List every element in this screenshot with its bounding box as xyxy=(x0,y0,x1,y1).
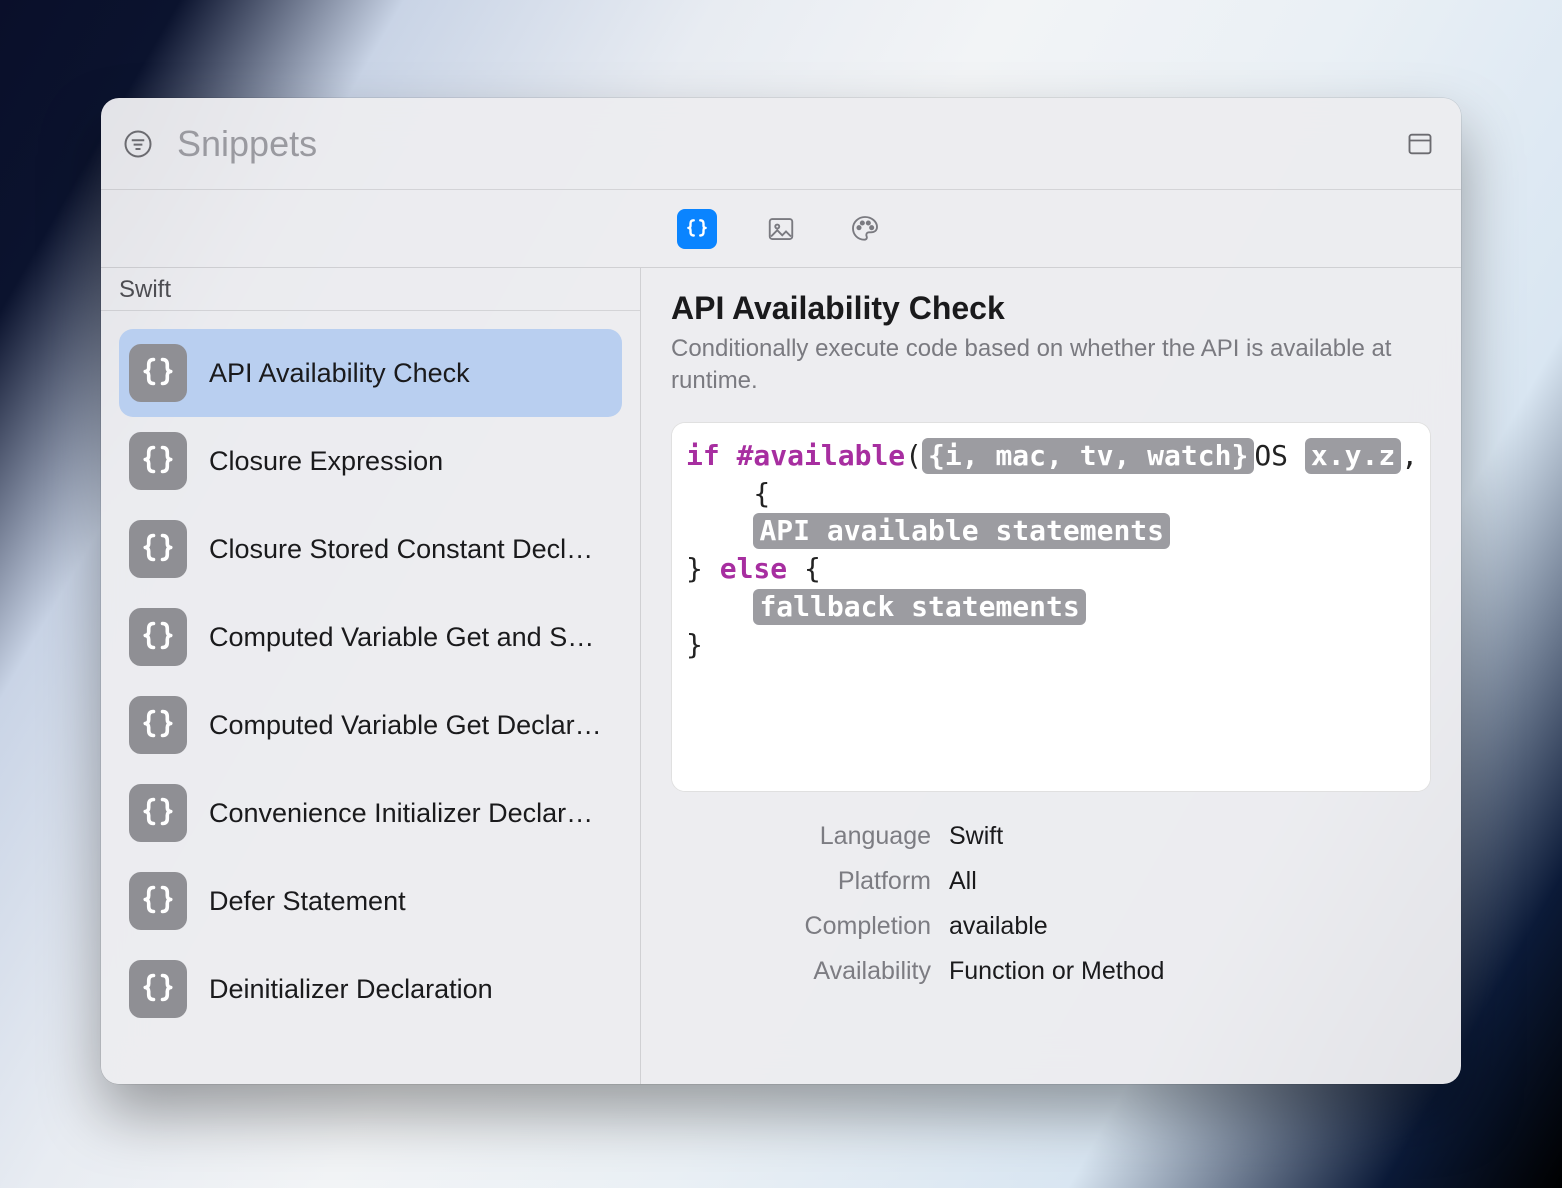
code-text: , *) xyxy=(1401,439,1431,472)
meta-label-completion: Completion xyxy=(671,912,931,941)
list-item-label: Defer Statement xyxy=(209,886,406,917)
braces-icon xyxy=(129,344,187,402)
snippet-list-pane: Swift API Availability Check xyxy=(101,268,641,1084)
braces-icon xyxy=(129,960,187,1018)
token-version[interactable]: x.y.z xyxy=(1305,438,1401,474)
list-item[interactable]: Closure Expression xyxy=(119,417,622,505)
meta-value-completion: available xyxy=(949,912,1431,941)
code-text: OS xyxy=(1254,439,1305,472)
list-item[interactable]: Computed Variable Get and Se… xyxy=(119,593,622,681)
braces-icon xyxy=(129,520,187,578)
list-item-label: Computed Variable Get Declar… xyxy=(209,710,602,741)
meta-label-platform: Platform xyxy=(671,867,931,896)
list-item[interactable]: Computed Variable Get Declar… xyxy=(119,681,622,769)
section-header: Swift xyxy=(101,268,640,311)
meta-value-availability: Function or Method xyxy=(949,957,1431,986)
keyword-available: #available xyxy=(737,439,906,472)
token-platforms[interactable]: {i, mac, tv, watch} xyxy=(922,438,1254,474)
code-text: { xyxy=(737,477,771,510)
list-item[interactable]: API Availability Check xyxy=(119,329,622,417)
library-panel: Swift API Availability Check xyxy=(101,98,1461,1084)
list-item[interactable]: Convenience Initializer Declara… xyxy=(119,769,622,857)
keyword-else: else xyxy=(720,552,787,585)
code-text: { xyxy=(787,552,821,585)
braces-icon xyxy=(129,872,187,930)
code-text: } xyxy=(686,628,703,661)
tab-media-library[interactable] xyxy=(761,209,801,249)
token-api-statements[interactable]: API available statements xyxy=(753,513,1170,549)
detach-window-icon[interactable] xyxy=(1403,127,1437,161)
search-input[interactable] xyxy=(173,117,1385,171)
library-type-tabs xyxy=(101,190,1461,268)
braces-icon xyxy=(129,696,187,754)
detail-pane: API Availability Check Conditionally exe… xyxy=(641,268,1461,1084)
list-item-label: Closure Expression xyxy=(209,446,443,477)
keyword-if: if xyxy=(686,439,720,472)
detail-metadata: Language Swift Platform All Completion a… xyxy=(671,822,1431,986)
filter-icon[interactable] xyxy=(121,127,155,161)
token-fallback[interactable]: fallback statements xyxy=(753,589,1085,625)
meta-label-availability: Availability xyxy=(671,957,931,986)
list-item[interactable]: Deinitializer Declaration xyxy=(119,945,622,1033)
list-item-label: Closure Stored Constant Decla… xyxy=(209,534,608,565)
search-field-wrap xyxy=(173,117,1385,171)
meta-value-language: Swift xyxy=(949,822,1431,851)
braces-icon xyxy=(129,432,187,490)
braces-icon xyxy=(129,784,187,842)
list-item[interactable]: Defer Statement xyxy=(119,857,622,945)
code-text: } xyxy=(686,552,720,585)
braces-icon xyxy=(129,608,187,666)
list-item-label: Convenience Initializer Declara… xyxy=(209,798,608,829)
code-preview[interactable]: if #available({i, mac, tv, watch}OS x.y.… xyxy=(671,422,1431,792)
detail-subtitle: Conditionally execute code based on whet… xyxy=(671,333,1431,398)
tab-code-snippets[interactable] xyxy=(677,209,717,249)
list-item-label: API Availability Check xyxy=(209,358,470,389)
meta-value-platform: All xyxy=(949,867,1431,896)
meta-label-language: Language xyxy=(671,822,931,851)
content-split: Swift API Availability Check xyxy=(101,268,1461,1084)
list-item-label: Deinitializer Declaration xyxy=(209,974,493,1005)
tab-color-library[interactable] xyxy=(845,209,885,249)
detail-title: API Availability Check xyxy=(671,290,1431,327)
list-item-label: Computed Variable Get and Se… xyxy=(209,622,608,653)
snippet-list: API Availability Check Closure Expressio… xyxy=(101,311,640,1084)
list-item[interactable]: Closure Stored Constant Decla… xyxy=(119,505,622,593)
titlebar xyxy=(101,98,1461,190)
